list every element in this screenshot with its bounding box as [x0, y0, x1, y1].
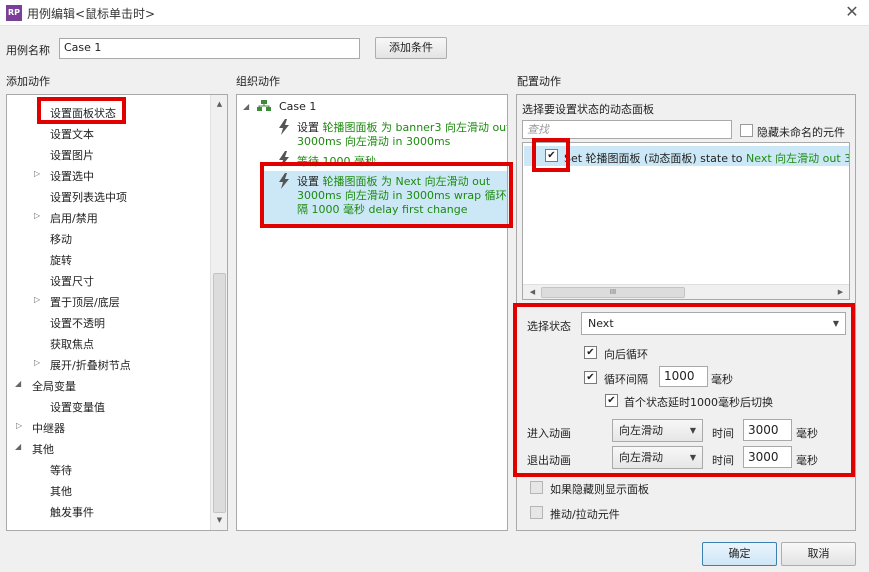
expand-icon[interactable]: ▷ [34, 295, 40, 304]
hide-unnamed-label: 隐藏未命名的元件 [757, 126, 845, 139]
action-rotate[interactable]: 旋转 [50, 252, 72, 268]
action-set-selected[interactable]: 设置选中 [50, 168, 94, 184]
organize-actions-header: 组织动作 [236, 75, 280, 88]
scroll-up-icon[interactable]: ▲ [212, 97, 227, 112]
show-if-hidden-checkbox[interactable] [530, 481, 543, 494]
panel-row-name: Set 轮播图面板 (动态面板) state to [564, 152, 747, 165]
panel-row-text: Set 轮播图面板 (动态面板) state to Next 向左滑动 out … [564, 150, 849, 166]
expand-icon[interactable]: ▷ [34, 169, 40, 178]
dynamic-panel-list: Set 轮播图面板 (动态面板) state to Next 向左滑动 out … [522, 142, 850, 300]
panel-row-state: Next 向左滑动 out 3000 [746, 152, 849, 165]
horizontal-scrollbar[interactable]: ◀ III ▶ [523, 284, 849, 299]
action-expand-collapse-tree[interactable]: 展开/折叠树节点 [50, 357, 131, 373]
cancel-button[interactable]: 取消 [781, 542, 856, 566]
action-move[interactable]: 移动 [50, 231, 72, 247]
expand-icon[interactable]: ▷ [34, 358, 40, 367]
search-input[interactable]: 查找 [522, 120, 732, 139]
action-detail: 3000ms 向左滑动 in 3000ms [297, 135, 451, 148]
case-icon [257, 100, 271, 111]
vertical-scrollbar[interactable]: ▲ ▼ [210, 95, 227, 530]
action-detail: 轮播图面板 为 banner3 向左滑动 out [322, 121, 508, 134]
scroll-down-icon[interactable]: ▼ [212, 513, 227, 528]
highlight-box [260, 162, 513, 228]
case-name-label: 用例名称 [6, 44, 50, 57]
action-verb: 设置 [297, 121, 323, 134]
choose-panel-label: 选择要设置状态的动态面板 [522, 103, 654, 116]
action-enable-disable[interactable]: 启用/禁用 [50, 210, 98, 226]
configure-actions-header: 配置动作 [517, 75, 561, 88]
window-title: 用例编辑<鼠标单击时> [27, 7, 156, 21]
highlight-box [37, 97, 126, 124]
action-fire-event[interactable]: 触发事件 [50, 504, 94, 520]
action-set-image[interactable]: 设置图片 [50, 147, 94, 163]
action-set-opacity[interactable]: 设置不透明 [50, 315, 105, 331]
collapse-icon[interactable]: ◢ [15, 379, 21, 388]
show-if-hidden-label: 如果隐藏则显示面板 [550, 483, 649, 496]
action-item-1[interactable]: 设置 轮播图面板 为 banner3 向左滑动 out 3000ms 向左滑动 … [297, 121, 508, 149]
action-wait[interactable]: 等待 [50, 462, 72, 478]
group-other[interactable]: 其他 [32, 441, 54, 457]
expand-icon[interactable]: ▷ [16, 421, 22, 430]
scroll-thumb[interactable]: III [541, 287, 685, 298]
group-repeater[interactable]: 中继器 [32, 420, 65, 436]
collapse-icon[interactable]: ◢ [15, 442, 21, 451]
close-icon[interactable]: ✕ [842, 2, 862, 22]
organize-actions-panel: ◢ Case 1 设置 轮播图面板 为 banner3 向左滑动 out 300… [236, 94, 508, 531]
push-pull-checkbox[interactable] [530, 506, 543, 519]
action-bring-front-back[interactable]: 置于顶层/底层 [50, 294, 120, 310]
case-label[interactable]: Case 1 [279, 100, 316, 113]
action-set-text[interactable]: 设置文本 [50, 126, 94, 142]
highlight-box [513, 303, 855, 477]
app-icon: RP [6, 5, 22, 21]
add-condition-button[interactable]: 添加条件 [375, 37, 447, 59]
push-pull-label: 推动/拉动元件 [550, 508, 620, 521]
hide-unnamed-checkbox[interactable] [740, 124, 753, 137]
add-actions-panel: 设置面板状态 设置文本 设置图片 ▷ 设置选中 设置列表选中项 ▷ 启用/禁用 … [6, 94, 228, 531]
action-other[interactable]: 其他 [50, 483, 72, 499]
action-focus[interactable]: 获取焦点 [50, 336, 94, 352]
case-name-input[interactable]: Case 1 [59, 38, 360, 59]
scroll-right-icon[interactable]: ▶ [833, 285, 848, 299]
collapse-icon[interactable]: ◢ [243, 102, 249, 111]
action-set-size[interactable]: 设置尺寸 [50, 273, 94, 289]
group-global-variables[interactable]: 全局变量 [32, 378, 76, 394]
expand-icon[interactable]: ▷ [34, 211, 40, 220]
action-set-variable[interactable]: 设置变量值 [50, 399, 105, 415]
highlight-box [532, 138, 570, 172]
scroll-left-icon[interactable]: ◀ [525, 285, 540, 299]
lightning-icon [279, 119, 289, 135]
action-set-list-selected[interactable]: 设置列表选中项 [50, 189, 127, 205]
add-actions-header: 添加动作 [6, 75, 50, 88]
scroll-thumb[interactable] [213, 273, 226, 513]
ok-button[interactable]: 确定 [702, 542, 777, 566]
